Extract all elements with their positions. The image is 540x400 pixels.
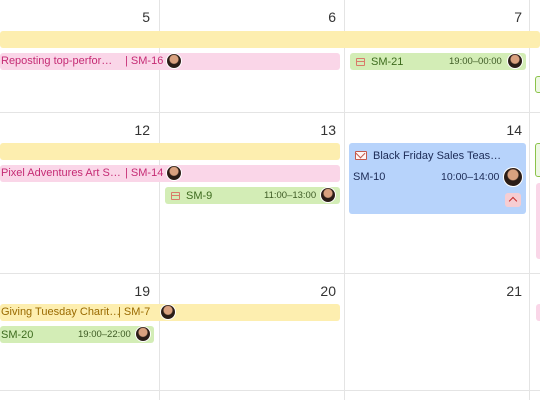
row-divider — [0, 112, 540, 113]
event-bar-overflow[interactable] — [536, 304, 540, 321]
event-key: SM-21 — [371, 56, 404, 68]
day-number[interactable]: 7 — [492, 9, 522, 25]
event-bar-sm20[interactable]: SM-20 19:00–22:00 — [0, 326, 154, 343]
assignee-avatar-icon — [320, 187, 336, 203]
row-divider — [0, 390, 540, 391]
event-bar-allday[interactable] — [0, 143, 340, 160]
calendar-icon — [171, 192, 180, 200]
day-number[interactable]: 20 — [306, 283, 336, 299]
event-bar-overflow[interactable] — [536, 183, 540, 259]
event-time: 19:00–00:00 — [449, 56, 502, 67]
day-number[interactable]: 14 — [492, 122, 522, 138]
event-title: Reposting top-perfor… — [1, 55, 113, 67]
event-time: 19:00–22:00 — [78, 329, 131, 340]
day-number[interactable]: 12 — [120, 122, 150, 138]
assignee-avatar-icon — [135, 326, 151, 342]
event-title: Giving Tuesday Charit… — [1, 306, 121, 318]
event-time: 11:00–13:00 — [264, 190, 317, 201]
row-divider — [0, 273, 540, 274]
event-time: 10:00–14:00 — [441, 171, 500, 183]
chevron-up-icon[interactable] — [505, 193, 521, 207]
event-key: SM-10 — [353, 171, 386, 183]
assignee-avatar-icon — [166, 53, 182, 69]
event-bar-overflow[interactable] — [535, 76, 540, 93]
assignee-avatar-icon — [160, 304, 176, 320]
event-card-blackfriday[interactable]: Black Friday Sales Teas… SM-10 10:00–14:… — [349, 143, 526, 214]
event-bar-allday[interactable] — [0, 31, 540, 48]
event-title: Black Friday Sales Teas… — [373, 150, 502, 162]
day-number[interactable]: 13 — [306, 122, 336, 138]
calendar-icon — [356, 58, 365, 66]
event-key: SM-20 — [1, 329, 34, 341]
event-title: Pixel Adventures Art S… — [1, 167, 121, 179]
day-number[interactable]: 6 — [306, 9, 336, 25]
event-key: SM-9 — [186, 190, 213, 202]
assignee-avatar-icon — [166, 165, 182, 181]
day-number[interactable]: 19 — [120, 283, 150, 299]
column-divider — [344, 0, 345, 400]
column-divider — [529, 0, 530, 400]
assignee-avatar-icon — [503, 167, 523, 187]
event-key: | SM-7 — [118, 306, 151, 318]
event-key: | SM-14 — [125, 167, 164, 179]
day-number[interactable]: 21 — [492, 283, 522, 299]
day-number[interactable]: 5 — [120, 9, 150, 25]
event-key: | SM-16 — [125, 55, 164, 67]
event-bar-overflow[interactable] — [535, 143, 540, 177]
mail-icon — [355, 151, 367, 160]
assignee-avatar-icon — [507, 53, 523, 69]
event-bar-sm21[interactable]: SM-21 19:00–00:00 — [350, 53, 526, 70]
event-bar-sm9[interactable]: SM-9 11:00–13:00 — [165, 187, 340, 204]
